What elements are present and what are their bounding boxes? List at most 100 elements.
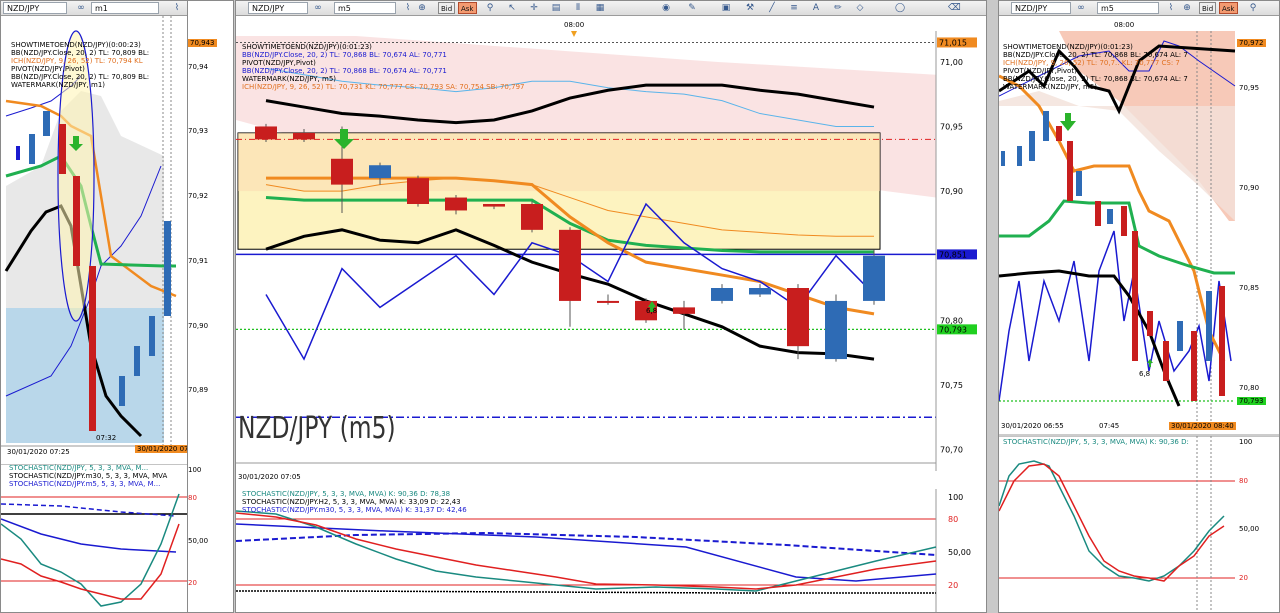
bid-button[interactable]: Bid xyxy=(438,2,456,14)
arrow-label: 6,8 xyxy=(1139,370,1151,378)
timeframe-select[interactable]: m5 xyxy=(1097,2,1159,14)
stoch-legend: STOCHASTIC(NZD/JPY, 5, 3, 3, MVA, M... S… xyxy=(9,464,167,488)
arrow-label: 6,8 xyxy=(646,307,658,315)
candle-body xyxy=(673,307,695,314)
text-tool-icon[interactable]: A xyxy=(810,2,822,14)
chart-type-icon[interactable]: ⌇ xyxy=(171,2,183,14)
magnet-icon[interactable]: ⚲ xyxy=(1247,2,1259,14)
pen-icon[interactable]: ✏ xyxy=(832,2,844,14)
x-tick-label: 08:00 xyxy=(560,470,583,471)
link-icon[interactable]: ∞ xyxy=(1075,2,1087,14)
fib-icon[interactable]: ≡ xyxy=(788,2,800,14)
legend-line: BB(NZD/JPY.Close, 20, 2) TL: 70,868 BL: … xyxy=(242,51,447,59)
candle-body xyxy=(255,126,277,140)
symbol-select[interactable]: NZD/JPY xyxy=(1011,2,1071,14)
zoom-icon[interactable]: ⊕ xyxy=(1181,2,1193,14)
legend-line: SHOWTIMETOEND(NZD/JPY)(0:01:23) xyxy=(1003,43,1133,51)
price-badge-pivot: 70,851 xyxy=(939,250,967,259)
y-tick: 70,92 xyxy=(188,192,209,200)
y-tick-label: 70,80 xyxy=(940,316,963,325)
candle-body xyxy=(407,178,429,204)
cursor-icon[interactable]: ↖ xyxy=(506,2,518,14)
image-icon[interactable]: ▣ xyxy=(720,2,732,14)
watermark: NZD/JPY (m5) xyxy=(238,411,396,446)
stoch-tick: 100 xyxy=(1239,438,1253,446)
y-tick: 70,90 xyxy=(188,322,209,330)
template-icon[interactable]: ▤ xyxy=(550,2,562,14)
symbol-select[interactable]: NZD/JPY xyxy=(3,2,67,14)
legend-line: BB(NZD/JPY.Close, 20, 2) TL: 70,809 BL: xyxy=(11,73,150,81)
legend-line: BB(NZD/JPY.Close, 20, 2) TL: 70,868 BL: … xyxy=(1003,75,1188,83)
x-tick-label: 08:20 xyxy=(712,470,735,471)
timeframe-select[interactable]: m1 xyxy=(91,2,159,14)
link-icon[interactable]: ∞ xyxy=(75,2,87,14)
x-tick-label: 08:10 xyxy=(636,470,659,471)
legend-line: BB(NZD/JPY.Close, 20, 2) TL: 70,868 BL: … xyxy=(242,67,447,75)
top-time-label: 08:00 xyxy=(564,21,585,29)
pencil-icon[interactable]: ✎ xyxy=(686,2,698,14)
candle-body xyxy=(331,158,353,185)
right-chart-panel[interactable]: NZD/JPY ∞ m5 ⌇ ⊕ Bid Ask ⚲ 08:00 SHOWTIM… xyxy=(998,0,1280,613)
bars-icon[interactable]: ⫴ xyxy=(572,2,584,14)
candle-body xyxy=(787,288,809,347)
magnet-icon[interactable]: ⚲ xyxy=(484,2,496,14)
right-stochastic-chart xyxy=(999,436,1279,612)
line-tool-icon[interactable]: ╱ xyxy=(766,2,778,14)
candle-body xyxy=(369,165,391,179)
symbol-select[interactable]: NZD/JPY xyxy=(248,2,308,14)
stoch-tick: 50,00 xyxy=(188,537,209,545)
main-price-chart: 71,0070,9570,9070,8570,8070,7570,7071,01… xyxy=(236,31,986,471)
stoch-tick-label: 50,00 xyxy=(948,548,971,557)
date-label: 30/01/2020 07:05 xyxy=(238,473,301,481)
stoch-legend-line: STOCHASTIC(NZD/JPY, 5, 3, 3, MVA, MVA) K… xyxy=(242,490,451,498)
stoch-legend-line: STOCHASTIC(NZD/JPY.m30, 5, 3, 3, MVA, MV… xyxy=(9,472,168,480)
right-legend: SHOWTIMETOEND(NZD/JPY)(0:01:23) BB(NZD/J… xyxy=(1003,43,1188,91)
candle-body xyxy=(749,288,771,295)
y-tick: 70,94 xyxy=(188,63,209,71)
legend-line: ICH(NZD/JPY, 9, 26, 52) TL: 70,7.. KL: 7… xyxy=(1003,59,1180,67)
chart-type-icon[interactable]: ⌇ xyxy=(402,2,414,14)
left-chart-panel[interactable]: NZD/JPY ∞ m1 ⌇ SHOWTIMETOEND(NZD/JPY)(0:… xyxy=(0,0,188,613)
zoom-icon[interactable]: ⊕ xyxy=(416,2,428,14)
candle-body xyxy=(559,229,581,301)
y-tick: 70,85 xyxy=(1239,284,1260,292)
legend-line: WATERMARK(NZD/JPY, m1) xyxy=(11,81,106,89)
legend-line: ICH(NZD/JPY, 9, 26, 52) TL: 70,731 KL: 7… xyxy=(242,83,525,91)
timeframe-select[interactable]: m5 xyxy=(334,2,396,14)
ellipse-icon[interactable]: ◯ xyxy=(894,2,906,14)
stoch-tick: 20 xyxy=(1239,574,1248,582)
stoch-tick: 50,00 xyxy=(1239,525,1260,533)
price-badge-green: 70,793 xyxy=(939,325,967,334)
stoch-legend-line: STOCHASTIC(NZD/JPY.m30, 5, 3, 3, MVA, MV… xyxy=(242,506,467,514)
tools-icon[interactable]: ⚒ xyxy=(744,2,756,14)
time-badge: 30/01/2020 08:40 xyxy=(1169,422,1236,430)
left-toolbar: NZD/JPY ∞ m1 ⌇ xyxy=(1,1,187,16)
bid-button[interactable]: Bid xyxy=(1199,2,1217,14)
eraser-icon[interactable]: ⌫ xyxy=(948,2,961,14)
link-icon[interactable]: ∞ xyxy=(312,2,324,14)
crosshair-icon[interactable]: ✛ xyxy=(528,2,540,14)
legend-line: SHOWTIMETOEND(NZD/JPY)(0:00:23) xyxy=(11,41,141,49)
ask-button[interactable]: Ask xyxy=(1219,2,1238,14)
stoch-tick: 20 xyxy=(188,579,197,587)
stoch-legend-line: STOCHASTIC(NZD/JPY.H2, 5, 3, 3, MVA, MVA… xyxy=(242,498,461,506)
stoch-tick: 80 xyxy=(188,494,197,502)
ask-button[interactable]: Ask xyxy=(458,2,477,14)
legend-line: BB(NZD/JPY.Close, 20, 2) TL: 70,809 BL: xyxy=(11,49,150,57)
order-icon[interactable]: ▦ xyxy=(594,2,606,14)
y-tick-label: 70,70 xyxy=(940,446,963,455)
chart-type-icon[interactable]: ⌇ xyxy=(1165,2,1177,14)
main-legend: SHOWTIMETOEND(NZD/JPY)(0:01:23) BB(NZD/J… xyxy=(242,43,524,91)
candle-body xyxy=(293,132,315,140)
globe-icon[interactable]: ◉ xyxy=(660,2,672,14)
shape-icon[interactable]: ◇ xyxy=(854,2,866,14)
y-tick: 70,80 xyxy=(1239,384,1260,392)
right-toolbar: NZD/JPY ∞ m5 ⌇ ⊕ Bid Ask ⚲ xyxy=(999,1,1279,16)
x-tick-label: 07:30 xyxy=(332,470,355,471)
time-axis-label: 07:45 xyxy=(1099,422,1120,430)
y-tick: 70,89 xyxy=(188,386,209,394)
y-tick-label: 70,75 xyxy=(940,381,963,390)
candle-body xyxy=(863,255,885,301)
y-tick-label: 71,00 xyxy=(940,58,963,67)
main-chart-panel[interactable]: NZD/JPY ∞ m5 ⌇ ⊕ Bid Ask ⚲ ↖ ✛ ▤ ⫴ ▦ ◉ ✎… xyxy=(235,0,987,613)
